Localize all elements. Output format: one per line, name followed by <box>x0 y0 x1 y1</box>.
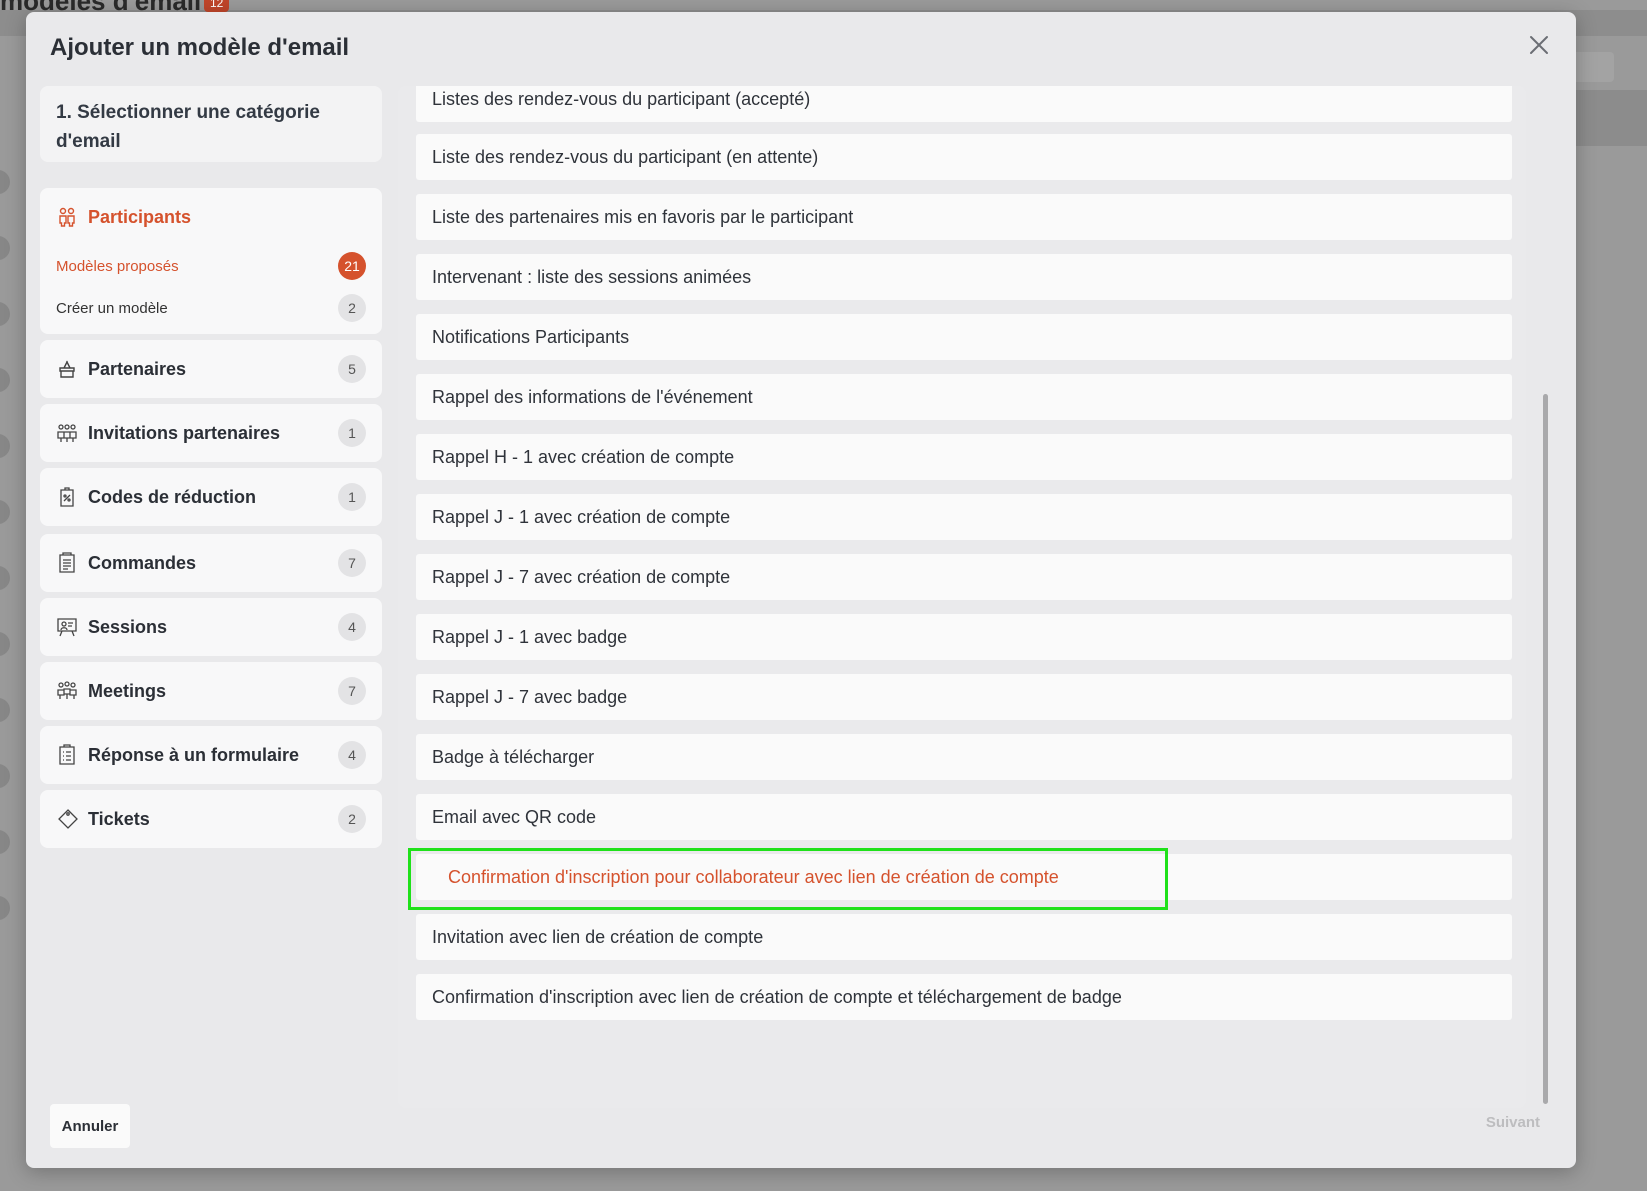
category-invitations-partenaires[interactable]: Invitations partenaires 1 <box>40 404 382 462</box>
template-item[interactable]: Confirmation d'inscription avec lien de … <box>416 974 1512 1020</box>
count-badge: 5 <box>338 355 366 383</box>
stand-icon <box>56 358 78 380</box>
cancel-button[interactable]: Annuler <box>50 1104 130 1148</box>
count-badge: 4 <box>338 613 366 641</box>
background-avatar <box>0 236 10 260</box>
category-label: Partenaires <box>88 358 187 379</box>
category-tickets[interactable]: Tickets 2 <box>40 790 382 848</box>
category-reponse-formulaire[interactable]: Réponse à un formulaire 4 <box>40 726 382 784</box>
template-item[interactable]: Intervenant : liste des sessions animées <box>416 254 1512 300</box>
next-button[interactable]: Suivant <box>1486 1114 1540 1131</box>
template-item[interactable]: Rappel J - 1 avec création de compte <box>416 494 1512 540</box>
template-item[interactable]: Liste des partenaires mis en favoris par… <box>416 194 1512 240</box>
count-badge: 2 <box>338 294 366 322</box>
template-item[interactable]: Listes des rendez-vous du participant (a… <box>416 86 1512 122</box>
list-scrollbar[interactable] <box>1543 394 1548 1104</box>
count-badge: 21 <box>338 252 366 280</box>
category-label: Participants <box>88 206 192 227</box>
background-toolbar <box>1576 90 1647 146</box>
subitem-label: Créer un modèle <box>56 299 168 317</box>
receipt-icon <box>56 552 78 574</box>
people-icon <box>59 207 75 227</box>
template-item-highlighted[interactable]: Confirmation d'inscription pour collabor… <box>416 854 1512 900</box>
category-commandes[interactable]: Commandes 7 <box>40 534 382 592</box>
template-item[interactable]: Rappel J - 7 avec badge <box>416 674 1512 720</box>
background-avatar <box>0 170 10 194</box>
category-label: Commandes <box>88 552 197 573</box>
form-icon <box>56 744 78 766</box>
background-avatar <box>0 632 10 656</box>
background-avatar <box>0 698 10 722</box>
subitem-proposed-templates[interactable]: Modèles proposés 21 <box>56 252 366 280</box>
category-meetings[interactable]: Meetings 7 <box>40 662 382 720</box>
category-label: Réponse à un formulaire <box>88 744 300 765</box>
presentation-icon <box>56 616 78 638</box>
template-item[interactable]: Badge à télécharger <box>416 734 1512 780</box>
template-item[interactable]: Notifications Participants <box>416 314 1512 360</box>
template-item[interactable]: Liste des rendez-vous du participant (en… <box>416 134 1512 180</box>
category-label: Meetings <box>88 680 167 701</box>
background-avatar <box>0 566 10 590</box>
background-avatar <box>0 896 10 920</box>
category-label: Codes de réduction <box>88 486 257 507</box>
subitem-create-template[interactable]: Créer un modèle 2 <box>56 294 366 322</box>
background-search-input <box>1572 52 1614 82</box>
step-label: 1. Sélectionner une catégorie d'email <box>40 86 382 162</box>
background-avatar <box>0 830 10 854</box>
close-icon <box>1530 36 1548 54</box>
group-icon <box>56 422 78 444</box>
template-item[interactable]: Rappel J - 1 avec badge <box>416 614 1512 660</box>
count-badge: 7 <box>338 677 366 705</box>
discount-icon <box>56 486 78 508</box>
category-sessions[interactable]: Sessions 4 <box>40 598 382 656</box>
category-label: Invitations partenaires <box>88 422 281 443</box>
category-label: Sessions <box>88 616 168 637</box>
count-badge: 1 <box>338 483 366 511</box>
template-item[interactable]: Rappel J - 7 avec création de compte <box>416 554 1512 600</box>
background-count-badge: 12 <box>204 0 230 12</box>
close-button[interactable] <box>1524 30 1554 60</box>
template-item[interactable]: Invitation avec lien de création de comp… <box>416 914 1512 960</box>
modal-title: Ajouter un modèle d'email <box>50 34 350 61</box>
template-list: Listes des rendez-vous du participant (a… <box>398 86 1526 1108</box>
subitem-label: Modèles proposés <box>56 257 179 275</box>
category-participants[interactable]: Participants Modèles proposés 21 Créer u… <box>40 188 382 334</box>
background-avatar <box>0 302 10 326</box>
category-partenaires[interactable]: Partenaires 5 <box>40 340 382 398</box>
meeting-icon <box>56 680 78 702</box>
category-label: Tickets <box>88 808 150 829</box>
background-avatar <box>0 434 10 458</box>
background-avatar <box>0 500 10 524</box>
add-email-template-modal: Ajouter un modèle d'email 1. Sélectionne… <box>26 12 1576 1168</box>
ticket-icon <box>56 808 78 830</box>
count-badge: 1 <box>338 419 366 447</box>
background-avatar <box>0 764 10 788</box>
background-avatar <box>0 368 10 392</box>
category-codes-reduction[interactable]: Codes de réduction 1 <box>40 468 382 526</box>
template-item[interactable]: Rappel H - 1 avec création de compte <box>416 434 1512 480</box>
template-item[interactable]: Email avec QR code <box>416 794 1512 840</box>
count-badge: 7 <box>338 549 366 577</box>
count-badge: 2 <box>338 805 366 833</box>
count-badge: 4 <box>338 741 366 769</box>
template-item[interactable]: Rappel des informations de l'événement <box>416 374 1512 420</box>
